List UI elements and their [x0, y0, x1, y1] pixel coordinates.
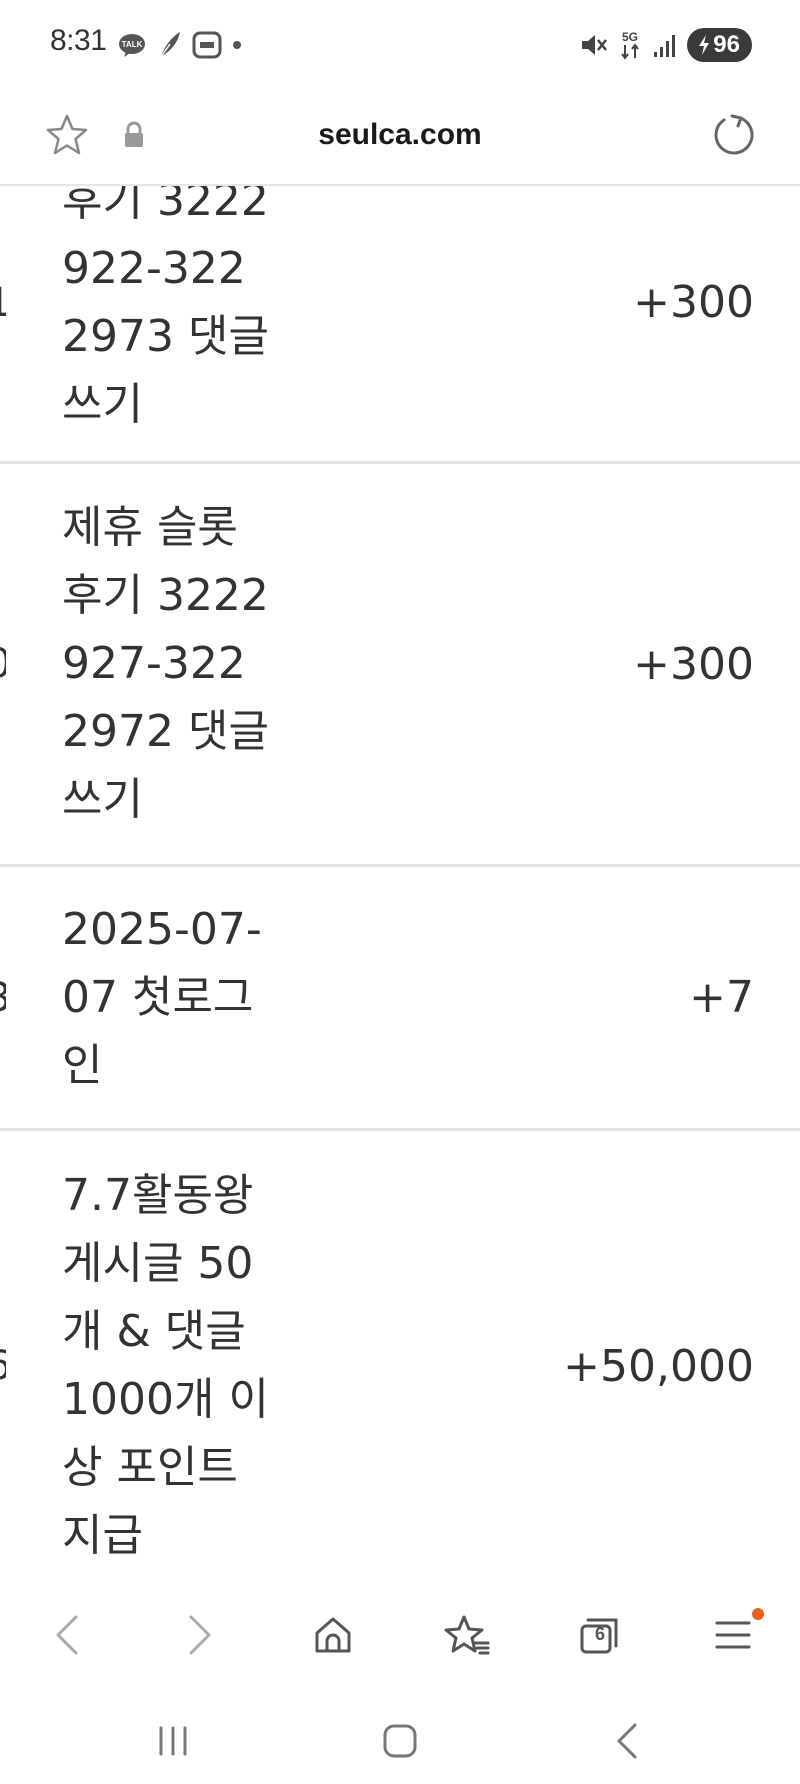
svg-text:TALK: TALK [122, 40, 143, 49]
mute-icon [582, 35, 608, 55]
table-row: 3 2025-07-07 첫로그인 +7 [0, 867, 800, 1131]
browser-screen: 8:31 TALK 5G 96 seulca.com 후기 3222922-32… [0, 0, 800, 1784]
square-home-icon [383, 1724, 417, 1758]
chevron-left-icon [56, 1615, 78, 1655]
forward-button[interactable] [155, 1590, 245, 1680]
home-button[interactable] [288, 1590, 378, 1680]
status-time: 8:31 [50, 24, 107, 57]
app-icon [192, 31, 222, 59]
notification-dot [752, 1608, 765, 1620]
row-points: +7 [689, 972, 754, 1023]
kakaotalk-icon: TALK [119, 34, 145, 57]
status-notification-icons: TALK [118, 30, 242, 60]
system-back-button[interactable] [567, 1706, 687, 1776]
row-description: 후기 3222922-3222973 댓글쓰기 [62, 186, 269, 430]
battery-indicator: 96 [687, 28, 752, 62]
hamburger-menu-icon [715, 1621, 751, 1649]
svg-text:5G: 5G [622, 30, 638, 44]
status-system-icons: 5G 96 [579, 28, 752, 62]
battery-level: 96 [713, 31, 740, 58]
row-number: 6 [0, 1343, 6, 1389]
bookmark-list-icon [444, 1615, 490, 1655]
recent-apps-icon [159, 1726, 187, 1756]
system-home-button[interactable] [340, 1706, 460, 1776]
home-icon [315, 1617, 351, 1653]
5g-icon: 5G [621, 30, 640, 60]
points-history-rows: 1 후기 3222922-3222973 댓글쓰기 +300 0 제휴 슬롯 후… [0, 186, 800, 1572]
row-points: +300 [633, 277, 754, 328]
table-row: 1 후기 3222922-3222973 댓글쓰기 +300 [0, 186, 800, 464]
feather-icon [159, 32, 180, 59]
row-description: 제휴 슬롯 후기 3222927-3222972 댓글쓰기 [62, 502, 269, 825]
recent-apps-button[interactable] [113, 1706, 233, 1776]
dot-icon [233, 41, 241, 49]
row-number: 3 [0, 975, 6, 1021]
system-nav-bar [0, 1698, 800, 1784]
url-field[interactable]: seulca.com [0, 118, 800, 152]
bookmarks-button[interactable] [422, 1590, 512, 1680]
tab-count: 6 [594, 1624, 605, 1644]
table-row: 6 7.7활동왕 게시글 50개 & 댓글 1000개 이상 포인트 지급 +5… [0, 1131, 800, 1572]
charging-bolt-icon [699, 35, 710, 55]
table-row: 0 제휴 슬롯 후기 3222927-3222972 댓글쓰기 +300 [0, 464, 800, 867]
back-arrow-icon [617, 1723, 637, 1759]
chevron-right-icon [189, 1615, 211, 1655]
reload-icon[interactable] [710, 112, 756, 158]
row-points: +50,000 [563, 1340, 754, 1392]
tabs-button[interactable]: 6 [555, 1590, 645, 1680]
points-history-list: 1 후기 3222922-3222973 댓글쓰기 +300 0 제휴 슬롯 후… [0, 186, 800, 1572]
row-number: 1 [0, 280, 6, 326]
browser-toolbar: 6 [0, 1572, 800, 1698]
status-bar: 8:31 TALK 5G 96 [0, 0, 800, 92]
row-points: +300 [633, 638, 754, 690]
row-number: 0 [0, 641, 6, 687]
signal-icon [654, 35, 676, 57]
row-description: 7.7활동왕 게시글 50개 & 댓글 1000개 이상 포인트 지급 [62, 1170, 269, 1561]
address-bar: seulca.com [0, 92, 800, 186]
row-description: 2025-07-07 첫로그인 [62, 903, 262, 1091]
back-button[interactable] [22, 1590, 112, 1680]
menu-button[interactable] [688, 1590, 778, 1680]
